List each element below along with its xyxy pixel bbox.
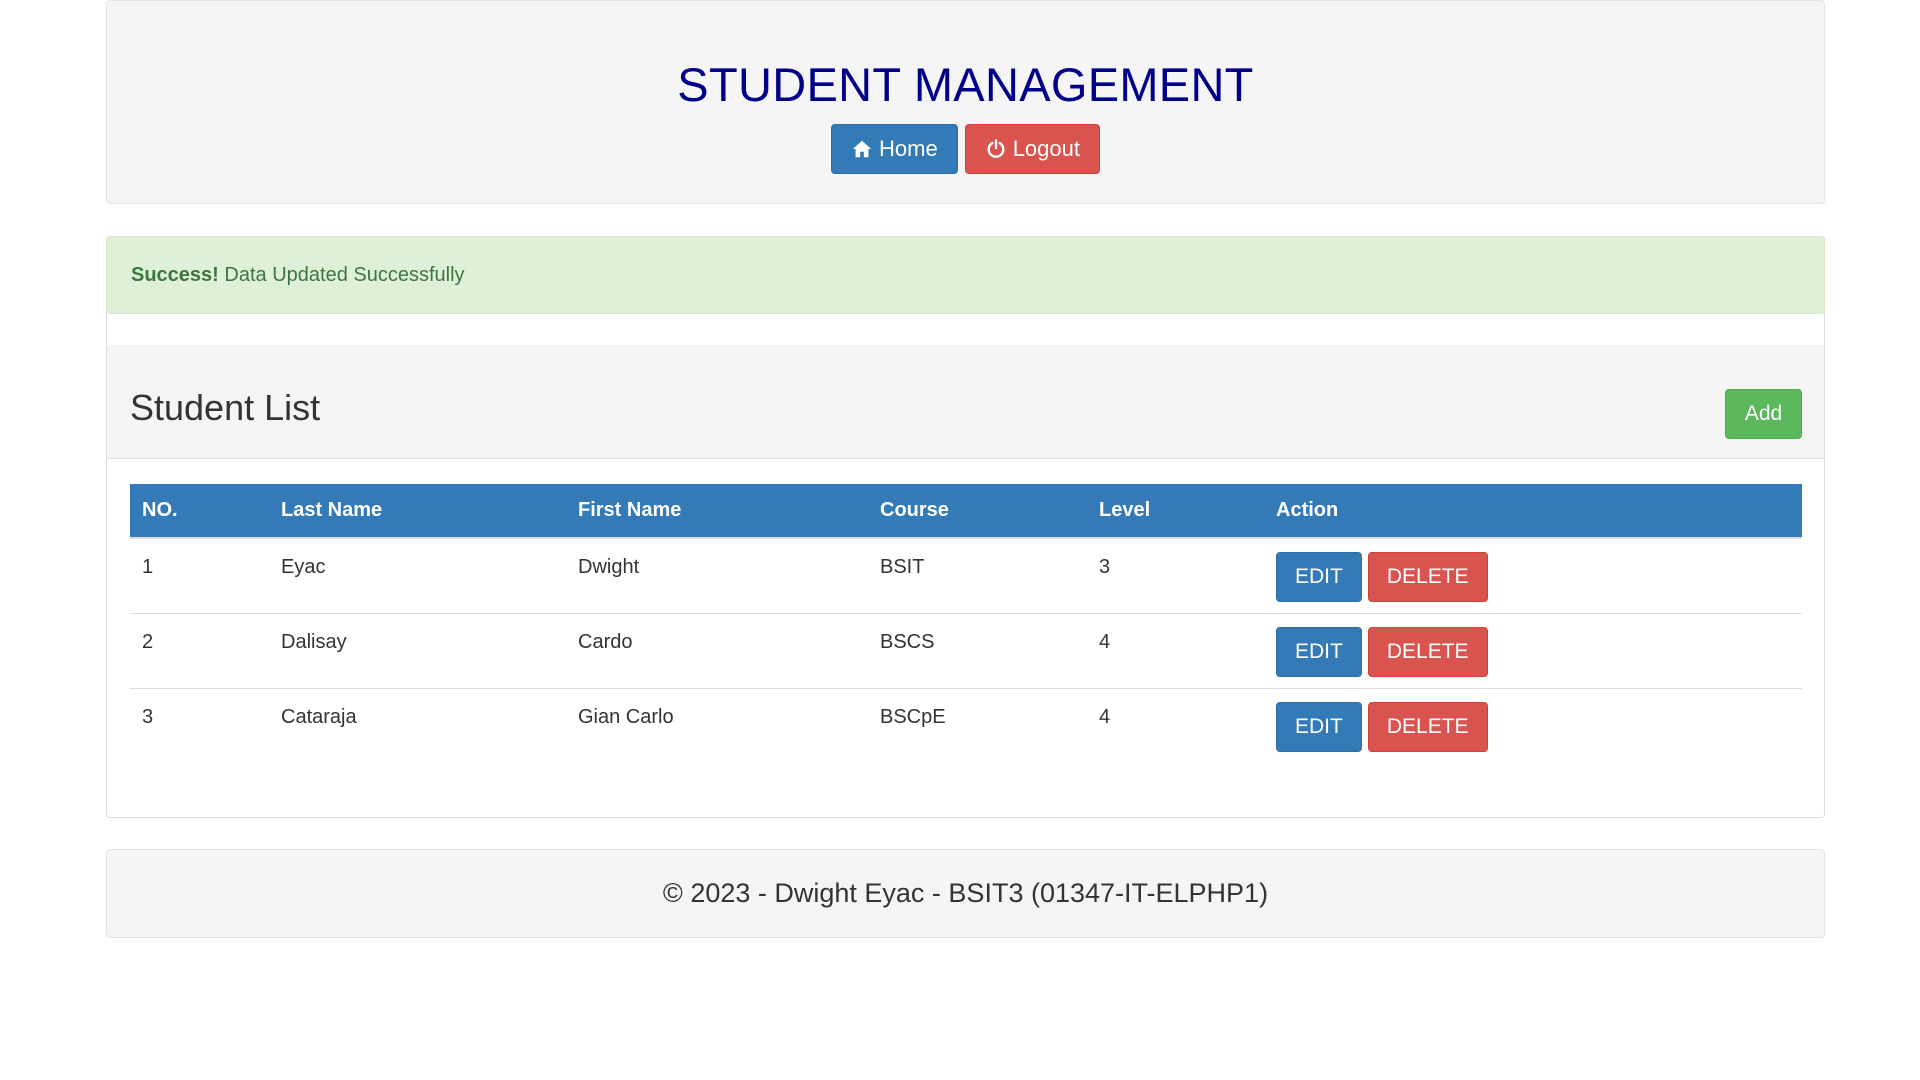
- cell-no: 1: [142, 556, 154, 578]
- nav-buttons: Home Logout: [107, 124, 1824, 174]
- panel-title: Student List: [130, 387, 321, 428]
- delete-button[interactable]: DELETE: [1367, 552, 1488, 602]
- power-icon: [985, 138, 1007, 160]
- logout-label: Logout: [1012, 136, 1080, 161]
- alert-strong: Success!: [131, 264, 219, 286]
- edit-button[interactable]: EDIT: [1276, 701, 1362, 752]
- header-first-name: First Name: [566, 484, 868, 539]
- home-icon: [851, 138, 873, 160]
- delete-button[interactable]: DELETE: [1367, 626, 1488, 677]
- header-no: NO.: [130, 484, 269, 539]
- page-header: STUDENT MANAGEMENT Home Logout: [106, 0, 1825, 204]
- cell-last-name: Dalisay: [269, 612, 566, 688]
- cell-level: 3: [1099, 556, 1111, 578]
- cell-last-name: Eyac: [281, 556, 326, 578]
- page-footer: © 2023 - Dwight Eyac - BSIT3 (01347-IT-E…: [106, 849, 1825, 938]
- student-table-wrapper: NO. Last Name First Name Course Level Ac…: [130, 484, 1802, 763]
- table-row: 3 Cataraja Gian Carlo BSCpE 4 EDIT DELET…: [130, 687, 1802, 763]
- add-button[interactable]: Add: [1725, 389, 1802, 439]
- cell-action: EDIT DELETE: [1264, 612, 1802, 688]
- cell-course: BSIT: [880, 556, 925, 578]
- cell-course: BSCS: [868, 612, 1087, 688]
- header-level: Level: [1087, 484, 1264, 539]
- alert-message: Data Updated Successfully: [224, 264, 465, 286]
- logout-button[interactable]: Logout: [964, 124, 1100, 174]
- edit-button[interactable]: EDIT: [1276, 626, 1362, 677]
- student-panel: Student List Add NO. Last Name First Nam…: [106, 236, 1825, 818]
- cell-level: 4: [1087, 687, 1264, 763]
- cell-first-name: Dwight: [578, 556, 640, 578]
- cell-course: BSCpE: [868, 687, 1087, 763]
- header-last-name: Last Name: [269, 484, 566, 539]
- panel-heading: Student List Add: [107, 345, 1824, 459]
- delete-button[interactable]: DELETE: [1367, 701, 1488, 752]
- footer-text: © 2023 - Dwight Eyac - BSIT3 (01347-IT-E…: [662, 878, 1269, 908]
- home-button[interactable]: Home: [831, 124, 958, 174]
- cell-level: 4: [1087, 612, 1264, 688]
- cell-no: 2: [130, 612, 269, 688]
- cell-no: 3: [130, 687, 269, 763]
- edit-button[interactable]: EDIT: [1276, 552, 1362, 602]
- home-label: Home: [879, 136, 938, 161]
- cell-action: EDIT DELETE: [1264, 538, 1802, 613]
- table-row: 1 Eyac Dwight BSIT 3 EDIT DELETE: [130, 538, 1802, 613]
- success-alert: Success! Data Updated Successfully: [106, 236, 1825, 314]
- header-action: Action: [1264, 484, 1802, 539]
- table-row: 2 Dalisay Cardo BSCS 4 EDIT DELETE: [130, 612, 1802, 688]
- cell-action: EDIT DELETE: [1264, 687, 1802, 763]
- student-table: NO. Last Name First Name Course Level Ac…: [130, 484, 1802, 763]
- cell-first-name: Cardo: [566, 612, 868, 688]
- cell-last-name: Cataraja: [269, 687, 566, 763]
- page-title: STUDENT MANAGEMENT: [677, 58, 1254, 111]
- header-course: Course: [868, 484, 1087, 539]
- cell-first-name: Gian Carlo: [566, 687, 868, 763]
- table-header-row: NO. Last Name First Name Course Level Ac…: [130, 484, 1802, 539]
